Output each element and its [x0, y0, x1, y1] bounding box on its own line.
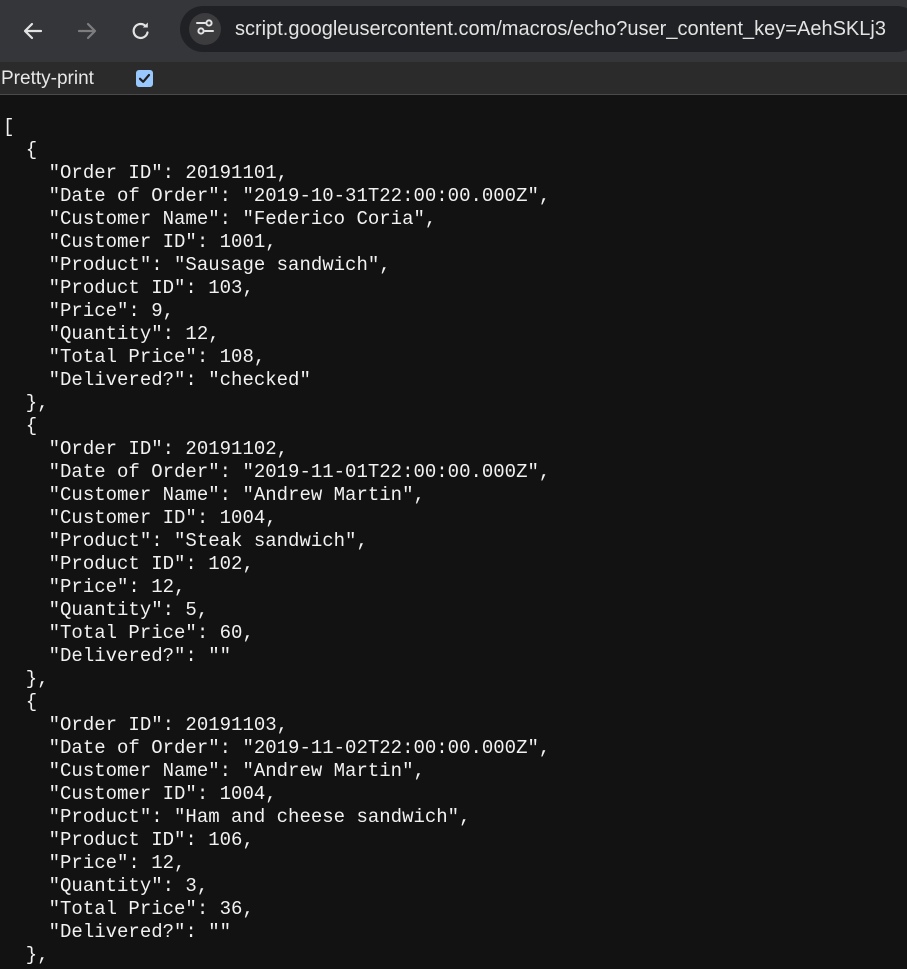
- json-line: "Total Price": 36,: [3, 898, 254, 920]
- json-line: "Price": 9,: [3, 300, 175, 322]
- forward-button[interactable]: [69, 13, 105, 49]
- json-line: "Customer ID": 1001,: [3, 231, 277, 253]
- json-line: "Customer ID": 1004,: [3, 783, 277, 805]
- pretty-print-bar: Pretty-print: [0, 62, 907, 95]
- json-line: {: [3, 691, 38, 713]
- json-line: "Price": 12,: [3, 852, 186, 874]
- json-line: "Total Price": 108,: [3, 346, 266, 368]
- arrow-left-icon: [22, 20, 44, 42]
- json-line: },: [3, 944, 49, 966]
- json-line: "Customer Name": "Federico Coria",: [3, 208, 437, 230]
- json-line: "Delivered?": "": [3, 645, 232, 667]
- json-line: "Date of Order": "2019-10-31T22:00:00.00…: [3, 185, 551, 207]
- json-line: },: [3, 392, 49, 414]
- json-line: "Delivered?": "": [3, 921, 232, 943]
- json-content: [ { "Order ID": 20191101, "Date of Order…: [3, 116, 550, 967]
- json-line: {: [3, 139, 38, 161]
- checkmark-icon: [138, 73, 151, 83]
- json-line: "Customer Name": "Andrew Martin",: [3, 484, 425, 506]
- json-line: "Date of Order": "2019-11-02T22:00:00.00…: [3, 737, 551, 759]
- json-line: },: [3, 668, 49, 690]
- url-text[interactable]: script.googleusercontent.com/macros/echo…: [235, 18, 886, 41]
- json-line: "Quantity": 12,: [3, 323, 220, 345]
- pretty-print-label: Pretty-print: [1, 68, 94, 89]
- json-line: {: [3, 415, 38, 437]
- browser-toolbar: script.googleusercontent.com/macros/echo…: [0, 0, 907, 62]
- json-line: "Product ID": 106,: [3, 829, 254, 851]
- address-bar[interactable]: script.googleusercontent.com/macros/echo…: [180, 6, 907, 52]
- json-line: "Product ID": 103,: [3, 277, 254, 299]
- json-line: "Order ID": 20191102,: [3, 438, 289, 460]
- json-line: "Product": "Ham and cheese sandwich",: [3, 806, 471, 828]
- back-button[interactable]: [15, 13, 51, 49]
- json-line: "Product": "Steak sandwich",: [3, 530, 368, 552]
- json-line: "Total Price": 60,: [3, 622, 254, 644]
- arrow-right-icon: [76, 20, 98, 42]
- json-line: "Order ID": 20191101,: [3, 162, 289, 184]
- json-line: "Customer Name": "Andrew Martin",: [3, 760, 425, 782]
- pretty-print-checkbox[interactable]: [136, 70, 153, 87]
- json-line: "Product": "Sausage sandwich",: [3, 254, 391, 276]
- json-line: "Order ID": 20191103,: [3, 714, 289, 736]
- reload-button[interactable]: [123, 13, 159, 49]
- tune-icon: [195, 17, 215, 42]
- json-line: "Customer ID": 1004,: [3, 507, 277, 529]
- site-info-button[interactable]: [189, 13, 221, 45]
- reload-icon: [130, 20, 152, 42]
- json-line: "Quantity": 5,: [3, 599, 209, 621]
- json-line: [: [3, 116, 15, 138]
- json-line: "Price": 12,: [3, 576, 186, 598]
- json-line: "Quantity": 3,: [3, 875, 209, 897]
- json-line: "Product ID": 102,: [3, 553, 254, 575]
- json-line: "Date of Order": "2019-11-01T22:00:00.00…: [3, 461, 551, 483]
- json-line: "Delivered?": "checked": [3, 369, 311, 391]
